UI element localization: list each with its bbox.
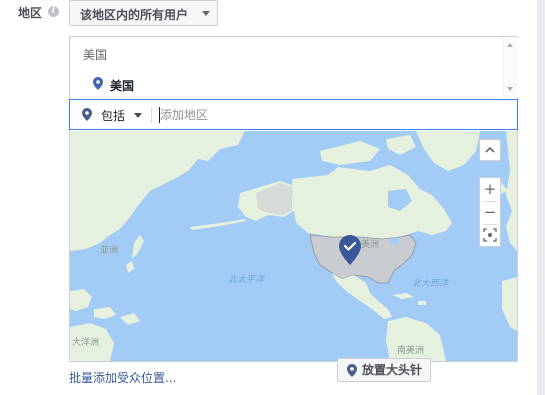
chevron-down-icon — [202, 11, 210, 16]
location-label: 地区 — [18, 6, 43, 20]
selected-locations-list: 美国 美国 — [70, 37, 518, 99]
selected-location-map-pin-icon[interactable] — [339, 235, 361, 265]
divider — [151, 107, 152, 123]
map-label-north-atlantic: 北大西洋 — [412, 279, 449, 289]
list-scrollbar[interactable] — [503, 37, 518, 98]
map-label-south-america: 南美洲 — [397, 346, 425, 356]
zoom-out-button[interactable]: − — [480, 201, 500, 224]
map-label-oceania: 大洋洲 — [72, 338, 100, 348]
scroll-up-arrow[interactable] — [507, 43, 513, 47]
scroll-down-arrow[interactable] — [507, 87, 513, 91]
location-scope-dropdown[interactable]: 该地区内的所有用户 — [69, 0, 218, 26]
location-group-header: 美国 — [83, 48, 108, 62]
include-mode-dropdown[interactable]: 包括 — [101, 107, 125, 124]
zoom-controls: + − — [479, 177, 501, 247]
collapse-map-button[interactable] — [479, 139, 501, 161]
page-side-strip — [537, 0, 545, 395]
recenter-icon[interactable] — [483, 228, 497, 242]
chevron-down-icon[interactable] — [134, 113, 142, 118]
location-pin-icon — [82, 108, 92, 121]
location-targeting-panel: 美国 美国 包括 添加地区 亚洲 北太平洋 北大西洋 北美洲 大洋洲 南美洲 +… — [69, 36, 518, 362]
world-map[interactable]: 亚洲 北太平洋 北大西洋 北美洲 大洋洲 南美洲 + − — [70, 131, 517, 361]
divider — [483, 224, 497, 225]
info-icon[interactable]: i — [48, 6, 59, 17]
location-pin-icon — [347, 364, 357, 377]
drop-pin-button[interactable]: 放置大头针 — [337, 358, 432, 382]
zoom-in-button[interactable]: + — [480, 178, 500, 201]
map-label-asia: 亚洲 — [100, 246, 119, 256]
map-canvas — [70, 131, 517, 361]
location-pin-icon — [93, 77, 103, 90]
add-location-input[interactable] — [160, 106, 500, 124]
bulk-add-locations-link[interactable]: 批量添加受众位置... — [69, 369, 176, 386]
location-scope-value: 该地区内的所有用户 — [80, 8, 189, 22]
add-location-row: 包括 — [69, 99, 518, 130]
selected-location-item[interactable]: 美国 — [110, 77, 134, 94]
map-label-north-pacific: 北太平洋 — [228, 275, 265, 285]
drop-pin-label: 放置大头针 — [362, 363, 423, 377]
chevron-up-icon — [485, 146, 495, 153]
